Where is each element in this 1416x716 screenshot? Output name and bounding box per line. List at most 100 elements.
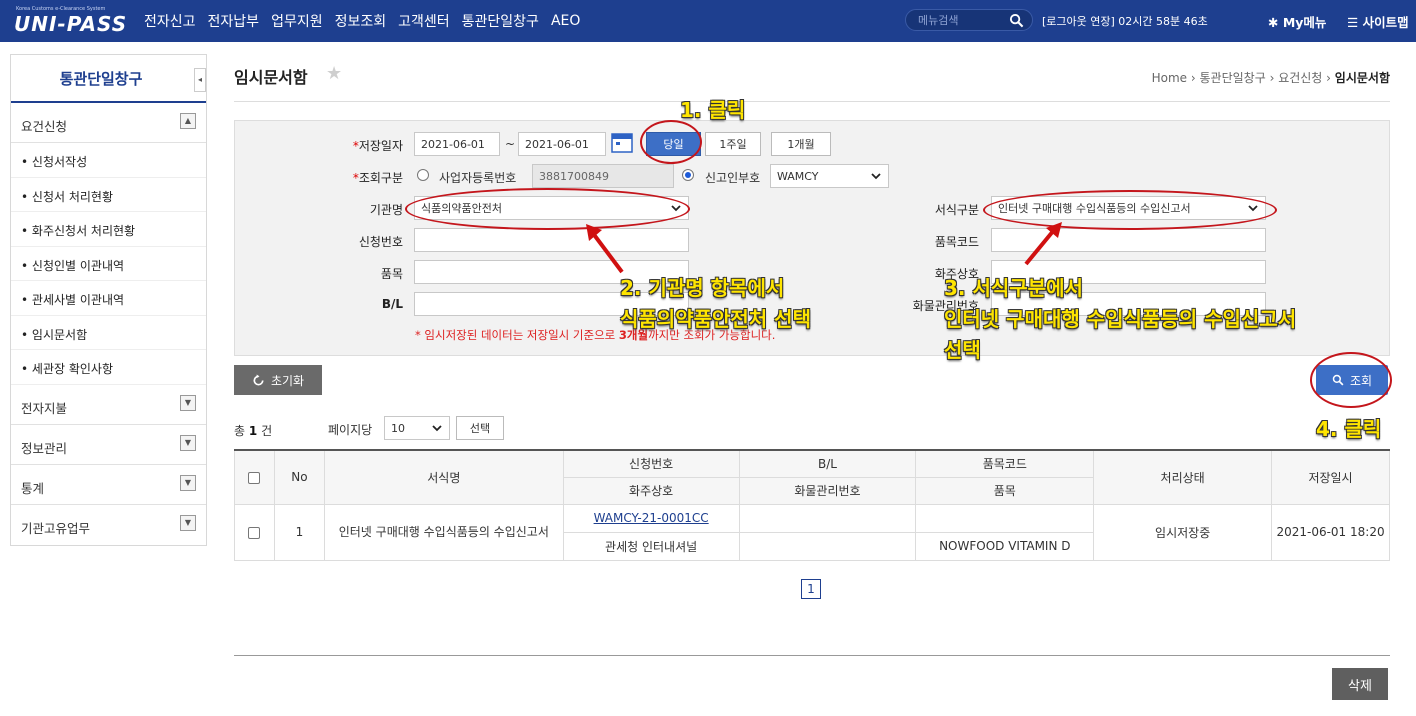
header-divider	[234, 101, 1390, 102]
breadcrumb-requirement[interactable]: 요건신청	[1278, 71, 1322, 85]
sidebar-group-label: 기관고유업무	[21, 520, 91, 536]
radio-biz-no[interactable]	[417, 169, 429, 181]
per-page-label: 페이지당	[328, 423, 373, 437]
sidebar-group-stats[interactable]: 통계 ▼	[11, 465, 206, 505]
select-all-checkbox[interactable]	[248, 471, 261, 484]
row-checkbox[interactable]	[248, 526, 261, 539]
delete-button[interactable]: 삭제	[1332, 668, 1388, 700]
nav-single-window[interactable]: 통관단일창구	[462, 11, 539, 31]
unipass-logo[interactable]: Korea Customs e-Clearance System UNI-PAS…	[14, 6, 128, 36]
sidebar-item-transfer-by-applicant[interactable]: • 신청인별 이관내역	[11, 246, 206, 281]
sidebar-item-application-status[interactable]: • 신청서 처리현황	[11, 177, 206, 212]
chevron-down-icon[interactable]: ▼	[180, 394, 196, 411]
per-page-select[interactable]: 10	[384, 416, 450, 440]
chevron-down-icon	[432, 425, 442, 432]
sidebar-header: 통관단일창구 ◂	[11, 55, 206, 103]
cell-bl	[738, 503, 917, 533]
favorite-star-icon[interactable]: ★	[326, 63, 342, 84]
sidebar-group-info-mgmt[interactable]: 정보관리 ▼	[11, 425, 206, 465]
logout-timer[interactable]: [로그아웃 연장] 02시간 58분 46초	[1042, 13, 1208, 29]
annotation-step3-line1: 3. 서식구분에서	[944, 276, 1083, 300]
select-all-header	[234, 449, 275, 505]
breadcrumb-home[interactable]: Home	[1152, 71, 1187, 85]
date-separator: ~	[505, 137, 516, 151]
table-row[interactable]: 1 인터넷 구매대행 수입식품등의 수입신고서 WAMCY-21-0001CC …	[234, 503, 1390, 561]
search-type-label: *조회구분	[352, 171, 403, 185]
chevron-down-icon	[871, 173, 881, 180]
annotation-step2-line1: 2. 기관명 항목에서	[620, 276, 785, 300]
breadcrumb-single-window[interactable]: 통관단일창구	[1200, 71, 1266, 85]
sidebar-item-label: 세관장 확인사항	[31, 362, 114, 376]
reset-button[interactable]: 초기화	[234, 365, 322, 395]
annotation-step4: 4. 클릭	[1316, 417, 1382, 441]
nav-e-payment[interactable]: 전자납부	[208, 11, 260, 31]
cell-saved-at: 2021-06-01 18:20	[1271, 503, 1390, 561]
sidebar-item-label: 신청서작성	[31, 155, 88, 169]
declarant-code-select[interactable]: WAMCY	[770, 164, 889, 188]
sidebar-group-requirement[interactable]: 요건신청 ▲	[11, 103, 206, 143]
per-page-value: 10	[391, 421, 405, 435]
sidebar-item-customs-confirm[interactable]: • 세관장 확인사항	[11, 350, 206, 385]
one-month-button[interactable]: 1개월	[771, 132, 831, 156]
col-app-no: 신청번호	[562, 449, 740, 478]
breadcrumb: Home › 통관단일창구 › 요건신청 › 임시문서함	[1151, 71, 1390, 85]
search-icon[interactable]	[1009, 13, 1024, 28]
sidebar-item-label: 신청서 처리현황	[31, 189, 114, 204]
bl-label: B/L	[381, 297, 403, 311]
biz-no-input[interactable]: 3881700849	[532, 164, 674, 188]
arrow-to-agency-icon	[586, 224, 624, 274]
annotation-step3-line3: 선택	[944, 338, 981, 362]
per-page-apply-button[interactable]: 선택	[456, 416, 504, 440]
annotation-step2-line2: 식품의약품안전처 선택	[620, 307, 811, 331]
sidebar-item-application-write[interactable]: • 신청서작성	[11, 143, 206, 178]
sidebar-item-label: 화주신청서 처리현황	[31, 224, 136, 238]
menu-search-input[interactable]	[918, 12, 1006, 28]
row-checkbox-cell	[234, 503, 275, 561]
chevron-down-icon[interactable]: ▼	[180, 474, 196, 491]
annotation-step3-line2: 인터넷 구매대행 수입식품등의 수입신고서	[944, 307, 1297, 331]
nav-e-declaration[interactable]: 전자신고	[144, 11, 196, 31]
col-cargo-no: 화물관리번호	[738, 476, 917, 505]
radio-biz-no-label: 사업자등록번호	[439, 171, 517, 185]
radio-declarant-code[interactable]	[682, 169, 694, 181]
cell-form-name: 인터넷 구매대행 수입식품등의 수입신고서	[323, 503, 564, 561]
chevron-down-icon[interactable]: ▼	[180, 514, 196, 531]
annotation-step1: 1. 클릭	[680, 98, 746, 122]
page-title: 임시문서함	[234, 68, 308, 87]
col-form-name: 서식명	[323, 449, 564, 505]
sidebar-group-agency-tasks[interactable]: 기관고유업무 ▼	[11, 505, 206, 545]
nav-info-inquiry[interactable]: 정보조회	[335, 11, 387, 31]
nav-work-support[interactable]: 업무지원	[271, 11, 323, 31]
save-date-label: *저장일자	[352, 139, 403, 153]
my-menu-button[interactable]: ✱ My메뉴	[1268, 12, 1326, 31]
nav-customer-center[interactable]: 고객센터	[398, 11, 450, 31]
cell-cargo-no	[738, 531, 917, 561]
arrow-to-form-type-icon	[1024, 222, 1062, 266]
sidebar-item-owner-status[interactable]: • 화주신청서 처리현황	[11, 212, 206, 247]
chevron-up-icon[interactable]: ▲	[180, 113, 196, 129]
page-number-1[interactable]: 1	[801, 579, 821, 599]
cell-status: 임시저장중	[1093, 503, 1273, 561]
chevron-down-icon[interactable]: ▼	[180, 434, 196, 451]
cell-owner: 관세청 인터내셔널	[562, 531, 740, 561]
cell-item-code	[915, 503, 1095, 533]
cell-no: 1	[273, 503, 325, 561]
sidebar-item-label: 관세사별 이관내역	[31, 293, 125, 307]
calendar-icon[interactable]	[611, 132, 633, 154]
declarant-code-value: WAMCY	[777, 169, 819, 183]
date-from-input[interactable]: 2021-06-01	[414, 132, 500, 156]
sitemap-button[interactable]: ☰ 사이트맵	[1347, 12, 1409, 31]
col-item: 품목	[915, 476, 1095, 505]
application-link[interactable]: WAMCY-21-0001CC	[594, 511, 709, 525]
logo-text: UNI-PASS	[14, 12, 128, 36]
sidebar-group-label: 통계	[21, 480, 45, 496]
application-no-input[interactable]	[414, 228, 689, 252]
one-week-button[interactable]: 1주일	[705, 132, 761, 156]
sidebar-item-transfer-by-broker[interactable]: • 관세사별 이관내역	[11, 281, 206, 316]
nav-aeo[interactable]: AEO	[551, 13, 580, 29]
collapse-sidebar-icon[interactable]: ◂	[194, 68, 206, 92]
sidebar-group-e-payment[interactable]: 전자지불 ▼	[11, 385, 206, 425]
sidebar-item-temp-box[interactable]: • 임시문서함	[11, 315, 206, 350]
cell-item: NOWFOOD VITAMIN D	[915, 531, 1095, 561]
date-to-input[interactable]: 2021-06-01	[518, 132, 606, 156]
